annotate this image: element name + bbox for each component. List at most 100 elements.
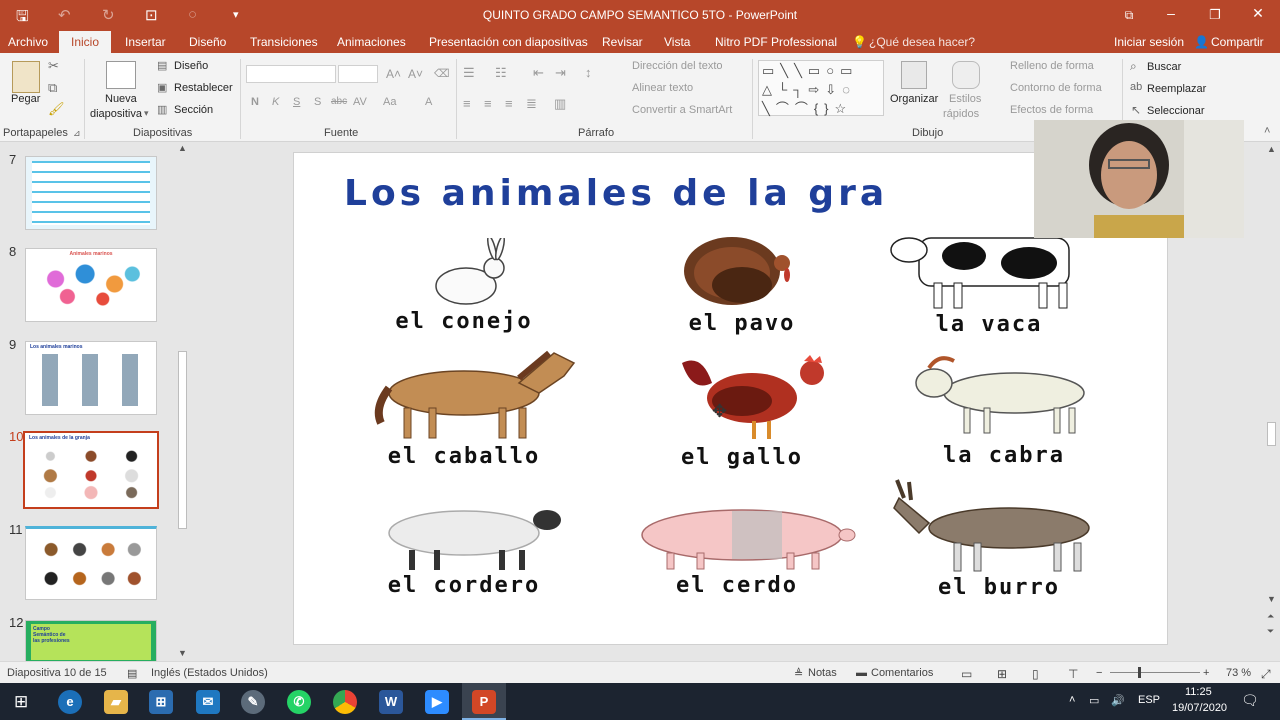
columns-icon[interactable]: ▥: [554, 96, 566, 112]
shrink-font-icon[interactable]: A˅: [408, 67, 423, 81]
chrome-icon[interactable]: [333, 690, 357, 714]
scrollbar-thumb[interactable]: [178, 351, 187, 529]
align-left-icon[interactable]: ≡: [463, 96, 471, 111]
format-painter-icon[interactable]: 🖌: [48, 101, 65, 117]
tab-archivo[interactable]: Archivo: [8, 35, 48, 49]
replace-button[interactable]: Reemplazar: [1147, 83, 1206, 95]
tab-transiciones[interactable]: Transiciones: [250, 35, 318, 49]
whatsapp-icon[interactable]: ✆: [287, 690, 311, 714]
bullets-icon[interactable]: ☰: [463, 65, 475, 81]
dialog-launcher-icon[interactable]: ⊿: [73, 128, 81, 139]
spell-check-icon[interactable]: ▤: [127, 667, 137, 680]
slide-thumbnail-9[interactable]: Los animales marinos: [25, 341, 157, 415]
powerpoint-taskbar-button[interactable]: P: [462, 683, 506, 720]
scroll-up-icon[interactable]: ▲: [1267, 144, 1276, 154]
tab-diseno[interactable]: Diseño: [189, 35, 226, 49]
animal-card[interactable]: el cordero: [354, 493, 574, 603]
decrease-indent-icon[interactable]: ⇤: [533, 65, 544, 81]
tray-chevron-icon[interactable]: ˄: [1069, 694, 1075, 706]
align-text-button[interactable]: Alinear texto: [632, 82, 693, 94]
paint-icon[interactable]: ✎: [241, 690, 265, 714]
animal-card[interactable]: el cerdo: [627, 498, 856, 608]
font-color-button[interactable]: A: [425, 96, 432, 108]
paste-icon[interactable]: [12, 61, 40, 93]
animal-card[interactable]: el gallo: [632, 353, 852, 473]
grow-font-icon[interactable]: A˄: [386, 67, 401, 81]
font-family-input[interactable]: [246, 65, 336, 83]
edge-icon[interactable]: e: [58, 690, 82, 714]
windows-start-icon[interactable]: ⊞: [14, 692, 28, 712]
arrange-icon[interactable]: [901, 61, 927, 89]
animal-card[interactable]: la cabra: [894, 353, 1114, 473]
tab-inicio[interactable]: Inicio: [59, 31, 112, 53]
numbering-icon[interactable]: ☷: [495, 65, 507, 81]
network-icon[interactable]: ▭: [1089, 694, 1099, 707]
zoom-icon[interactable]: ▶: [425, 690, 449, 714]
sign-in-link[interactable]: Iniciar sesión: [1114, 35, 1184, 49]
shape-outline-button[interactable]: Contorno de forma: [1010, 82, 1102, 94]
change-case-button[interactable]: Aa: [383, 96, 396, 108]
language-indicator[interactable]: Inglés (Estados Unidos): [151, 667, 268, 679]
align-center-icon[interactable]: ≡: [484, 96, 492, 111]
zoom-slider-thumb[interactable]: [1138, 667, 1141, 678]
ribbon-display-options-icon[interactable]: ⧉: [1114, 8, 1144, 23]
comments-button[interactable]: Comentarios: [871, 667, 933, 679]
copy-icon[interactable]: ⧉: [48, 80, 57, 96]
zoom-slider[interactable]: [1110, 672, 1200, 673]
arrange-button[interactable]: Organizar: [890, 93, 938, 105]
zoom-in-icon[interactable]: +: [1203, 667, 1209, 679]
tab-insertar[interactable]: Insertar: [125, 35, 166, 49]
tab-vista[interactable]: Vista: [664, 35, 690, 49]
clear-format-icon[interactable]: ⌫: [434, 67, 450, 80]
quick-styles-label-2[interactable]: rápidos: [943, 108, 979, 120]
tab-revisar[interactable]: Revisar: [602, 35, 643, 49]
clock-date[interactable]: 19/07/2020: [1172, 702, 1227, 714]
collapse-ribbon-icon[interactable]: ˄: [1264, 125, 1270, 137]
zoom-out-icon[interactable]: −: [1096, 667, 1102, 679]
section-button[interactable]: Sección: [174, 104, 213, 116]
text-direction-button[interactable]: Dirección del texto: [632, 60, 723, 72]
minimize-icon[interactable]: –: [1156, 5, 1186, 21]
scroll-down-icon[interactable]: ▼: [178, 648, 187, 658]
restore-icon[interactable]: ❐: [1200, 7, 1230, 23]
animal-card[interactable]: el burro: [889, 478, 1109, 603]
next-slide-icon[interactable]: ⏷: [1267, 626, 1274, 637]
animal-card[interactable]: el conejo: [354, 233, 574, 334]
normal-view-icon[interactable]: ▭: [961, 667, 972, 681]
select-button[interactable]: Seleccionar: [1147, 105, 1204, 117]
line-spacing-icon[interactable]: ↕: [585, 65, 592, 80]
notifications-icon[interactable]: 🗨: [1241, 692, 1259, 709]
tell-me-input[interactable]: ¿Qué desea hacer?: [869, 35, 975, 49]
reset-button[interactable]: Restablecer: [174, 82, 233, 94]
zoom-level[interactable]: 73 %: [1226, 667, 1251, 679]
align-right-icon[interactable]: ≡: [505, 96, 513, 111]
shape-effects-button[interactable]: Efectos de forma: [1010, 104, 1093, 116]
reading-view-icon[interactable]: ▯: [1032, 667, 1039, 681]
find-button[interactable]: Buscar: [1147, 61, 1181, 73]
new-slide-label-2[interactable]: diapositiva: [90, 108, 142, 120]
slide-sorter-icon[interactable]: ⊞: [997, 667, 1007, 681]
close-icon[interactable]: ✕: [1243, 5, 1273, 22]
animal-card[interactable]: el caballo: [354, 348, 576, 469]
fit-slide-icon[interactable]: ⤢: [1261, 667, 1271, 682]
scroll-up-icon[interactable]: ▲: [178, 143, 187, 153]
italic-button[interactable]: K: [272, 96, 279, 108]
file-explorer-icon[interactable]: ▰: [104, 690, 128, 714]
shape-fill-button[interactable]: Relleno de forma: [1010, 60, 1094, 72]
tab-presentacion[interactable]: Presentación con diapositivas: [429, 35, 588, 49]
slide-thumbnail-10[interactable]: Los animales de la granja: [23, 431, 159, 509]
justify-icon[interactable]: ≣: [526, 96, 537, 112]
convert-smartart-button[interactable]: Convertir a SmartArt: [632, 104, 732, 116]
quick-styles-icon[interactable]: [952, 61, 980, 89]
word-icon[interactable]: W: [379, 690, 403, 714]
animal-card[interactable]: la vaca: [879, 228, 1099, 338]
slide-thumbnail-12[interactable]: Campo Semántico de las profesiones: [25, 620, 157, 662]
notes-button[interactable]: Notas: [808, 667, 837, 679]
slide-scrollbar[interactable]: ▲ ▼ ⏶ ⏷: [1264, 142, 1280, 661]
layout-button[interactable]: Diseño: [174, 60, 208, 72]
tab-animaciones[interactable]: Animaciones: [337, 35, 406, 49]
spacing-button[interactable]: AV: [353, 96, 367, 108]
scrollbar-thumb[interactable]: [1267, 422, 1276, 446]
tab-nitro[interactable]: Nitro PDF Professional: [715, 35, 837, 49]
thumbnails-scrollbar[interactable]: ▲ ▼: [176, 143, 189, 661]
